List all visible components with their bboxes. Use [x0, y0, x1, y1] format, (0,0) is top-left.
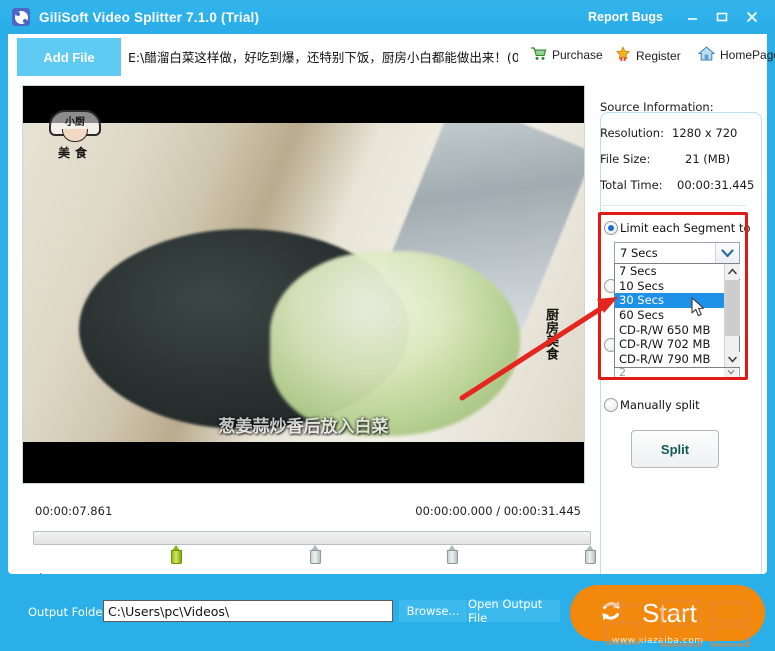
- file-size-label: File Size:: [600, 152, 651, 166]
- panel-divider: [600, 205, 746, 206]
- resolution-value: 1280 x 720: [672, 126, 738, 140]
- radio-limit-label[interactable]: Limit each Segment to: [620, 221, 751, 235]
- dropdown-item[interactable]: 60 Secs: [615, 308, 725, 323]
- dropdown-item[interactable]: CD-R/W 702 MB: [615, 337, 725, 352]
- timeline-marker[interactable]: [447, 545, 458, 564]
- dropdown-scrollbar[interactable]: [724, 264, 740, 367]
- chevron-down-icon[interactable]: [715, 243, 739, 263]
- open-output-file-button[interactable]: Open Output File: [468, 597, 560, 625]
- timeline-marker[interactable]: [171, 545, 182, 564]
- dropdown-item-selected[interactable]: 30 Secs: [615, 293, 725, 309]
- radio-manually-split-label[interactable]: Manually split: [620, 398, 700, 412]
- output-folder-label: Output Folder:: [28, 605, 111, 619]
- report-bugs-link[interactable]: Report Bugs: [588, 10, 663, 24]
- scroll-down-icon[interactable]: [725, 352, 740, 367]
- minimize-icon[interactable]: [677, 4, 707, 30]
- radio-manually-split[interactable]: [604, 398, 618, 412]
- dropdown-item[interactable]: 7 Secs: [615, 264, 725, 279]
- loaded-file-path: E:\醋溜白菜这样做，好吃到爆，还特别下饭，厨房小白都能做出来！(00003: [128, 50, 518, 65]
- browse-button[interactable]: Browse...: [399, 600, 467, 622]
- channel-logo-cap-text: 小厨: [65, 117, 85, 128]
- current-position-time: 00:00:07.861: [35, 504, 113, 518]
- scroll-up-icon[interactable]: [725, 264, 740, 279]
- dropdown-item[interactable]: 10 Secs: [615, 279, 725, 294]
- purchase-link[interactable]: Purchase: [530, 46, 603, 64]
- homepage-link[interactable]: HomePage: [697, 46, 775, 64]
- title-bar: GiliSoft Video Splitter 7.1.0 (Trial) Re…: [0, 0, 775, 34]
- video-subtitle: 葱姜蒜炒香后放入白菜: [218, 417, 389, 437]
- output-folder-input[interactable]: [103, 600, 393, 622]
- register-label: Register: [636, 48, 681, 63]
- register-link[interactable]: Register: [615, 46, 681, 65]
- resolution-label: Resolution:: [600, 126, 664, 140]
- segment-length-dropdown-list[interactable]: 7 Secs 10 Secs 30 Secs 60 Secs CD-R/W 65…: [614, 263, 740, 368]
- dropdown-scroll-thumb[interactable]: [725, 280, 740, 336]
- video-preview[interactable]: 小厨 美食 厨房美食 葱姜蒜炒香后放入白菜: [22, 85, 585, 484]
- channel-logo-sub-text: 美食: [57, 146, 92, 160]
- watermark-url: www.xiazaiba.com: [612, 636, 704, 646]
- letterbox-top: [23, 86, 584, 123]
- radio-limit-each-segment[interactable]: [604, 221, 618, 235]
- total-time-value: 00:00:31.445: [677, 178, 755, 192]
- video-vertical-caption: 厨房美食: [543, 308, 558, 360]
- cart-icon: [530, 46, 547, 64]
- purchase-label: Purchase: [552, 48, 603, 62]
- strainer-object: [379, 95, 584, 338]
- start-label: Start: [642, 597, 697, 628]
- total-time-label: Total Time:: [600, 178, 663, 192]
- maximize-icon[interactable]: [707, 4, 737, 30]
- app-title: GiliSoft Video Splitter 7.1.0 (Trial): [39, 9, 260, 25]
- home-icon: [697, 46, 716, 64]
- timeline-marker[interactable]: [585, 545, 596, 564]
- close-icon[interactable]: [737, 4, 767, 30]
- segment-length-value: 7 Secs: [620, 246, 658, 260]
- dropdown-item[interactable]: CD-R/W 790 MB: [615, 352, 725, 367]
- start-button[interactable]: Start: [570, 585, 765, 641]
- dropdown-item[interactable]: CD-R/W 650 MB: [615, 323, 725, 338]
- star-badge-icon: [615, 46, 631, 65]
- add-file-button[interactable]: Add File: [17, 38, 121, 76]
- window-controls: Report Bugs: [588, 4, 775, 30]
- refresh-icon: [598, 598, 624, 629]
- timeline-track[interactable]: [33, 531, 591, 545]
- file-size-value: 21 (MB): [685, 152, 731, 166]
- dropdown-items: 7 Secs 10 Secs 30 Secs 60 Secs CD-R/W 65…: [615, 264, 725, 367]
- toolbar: Add File E:\醋溜白菜这样做，好吃到爆，还特别下饭，厨房小白都能做出来…: [8, 34, 775, 79]
- video-frame: 小厨 美食 厨房美食 葱姜蒜炒香后放入白菜: [23, 86, 584, 483]
- letterbox-bottom: [23, 442, 584, 483]
- channel-logo: 小厨 美食: [43, 110, 107, 162]
- segment-length-combobox[interactable]: 7 Secs: [614, 242, 740, 264]
- app-logo-icon: [12, 8, 30, 26]
- timeline-marker[interactable]: [310, 545, 321, 564]
- video-still-image: [23, 95, 584, 444]
- homepage-label: HomePage: [720, 48, 775, 62]
- play-time-readout: 00:00:00.000 / 00:00:31.445: [415, 504, 581, 518]
- source-information-heading: Source Information:: [600, 100, 714, 114]
- split-button[interactable]: Split: [631, 430, 719, 468]
- dropdown-overflow-row: 2: [614, 366, 740, 380]
